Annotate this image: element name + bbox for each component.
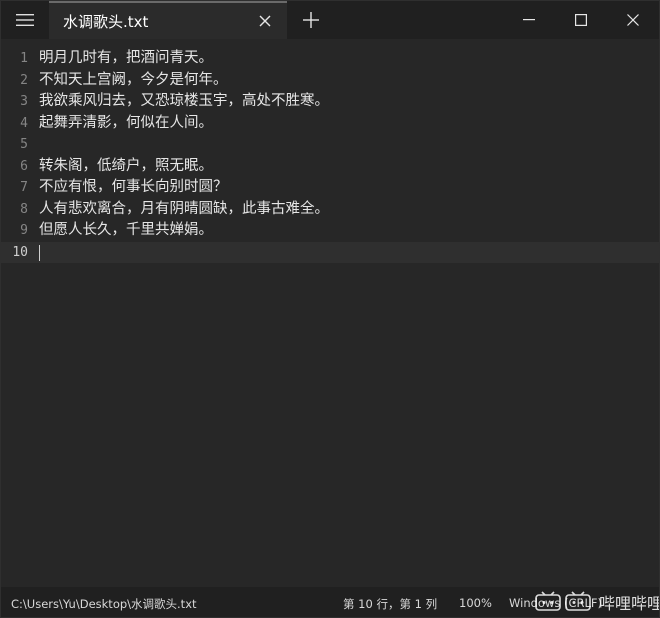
- line-text: 明月几时有，把酒问青天。: [39, 50, 213, 66]
- line-number: 6: [20, 158, 28, 174]
- zoom-level[interactable]: 100%: [459, 596, 492, 610]
- line-number: 4: [20, 115, 28, 131]
- menu-icon[interactable]: [1, 1, 49, 39]
- line-text: 我欲乘风归去，又恐琼楼玉宇，高处不胜寒。: [39, 93, 329, 109]
- editor-line-current[interactable]: 10: [1, 241, 659, 264]
- title-bar: 水调歌头.txt: [1, 1, 659, 39]
- editor-line[interactable]: 2 不知天上宫阙，今夕是何年。: [1, 70, 659, 92]
- line-number: 7: [20, 180, 28, 195]
- editor-line[interactable]: 9 但愿人长久，千里共婵娟。: [1, 220, 659, 242]
- editor-line[interactable]: 8 人有悲欢离合，月有阴晴圆缺，此事古难全。: [1, 199, 659, 221]
- tab-document[interactable]: 水调歌头.txt: [49, 1, 287, 39]
- title-drag-area[interactable]: [335, 1, 503, 39]
- plus-icon[interactable]: [287, 1, 335, 39]
- editor-line[interactable]: 4 起舞弄清影，何似在人间。: [1, 113, 659, 135]
- line-text: 不知天上宫阙，今夕是何年。: [39, 71, 228, 88]
- line-text: 起舞弄清影，何似在人间。: [39, 114, 213, 131]
- bilibili-logo-icon: [535, 591, 591, 611]
- line-text: [28, 242, 39, 264]
- line-number: 5: [20, 137, 28, 152]
- close-window-icon[interactable]: [607, 1, 659, 39]
- close-tab-icon[interactable]: [251, 7, 279, 35]
- line-text: 不应有恨，何事长向别时圆？: [39, 179, 228, 195]
- cursor-position[interactable]: 第 10 行，第 1 列: [343, 596, 437, 612]
- line-number: 1: [20, 51, 28, 66]
- line-text: [28, 134, 39, 156]
- bilibili-watermark: 哔哩哔哩: [535, 589, 660, 615]
- editor-line[interactable]: 7 不应有恨，何事长向别时圆？: [1, 177, 659, 199]
- minimize-icon[interactable]: [503, 1, 555, 39]
- status-bar: C:\Users\Yu\Desktop\水调歌头.txt 第 10 行，第 1 …: [1, 587, 659, 617]
- notepad-window: 水调歌头.txt 1 明月几时有，把酒问青天。 2 不知天上宫阙，今夕是何年。 …: [0, 0, 660, 618]
- editor-line[interactable]: 5: [1, 134, 659, 156]
- editor-lines: 1 明月几时有，把酒问青天。 2 不知天上宫阙，今夕是何年。 3 我欲乘风归去，…: [1, 39, 659, 263]
- text-caret: [39, 244, 40, 261]
- line-text: 人有悲欢离合，月有阴晴圆缺，此事古难全。: [39, 200, 329, 217]
- editor-line[interactable]: 1 明月几时有，把酒问青天。: [1, 48, 659, 70]
- watermark-text: 哔哩哔哩: [599, 594, 660, 613]
- line-number: 9: [20, 223, 28, 238]
- line-number: 2: [20, 72, 28, 88]
- file-path: C:\Users\Yu\Desktop\水调歌头.txt: [11, 597, 197, 611]
- line-number: 3: [20, 94, 28, 109]
- text-editor[interactable]: 1 明月几时有，把酒问青天。 2 不知天上宫阙，今夕是何年。 3 我欲乘风归去，…: [1, 39, 659, 587]
- line-text: 但愿人长久，千里共婵娟。: [39, 222, 213, 238]
- line-number: 10: [12, 244, 28, 260]
- line-text: 转朱阁，低绮户，照无眠。: [39, 157, 213, 174]
- editor-line[interactable]: 3 我欲乘风归去，又恐琼楼玉宇，高处不胜寒。: [1, 91, 659, 113]
- editor-line[interactable]: 6 转朱阁，低绮户，照无眠。: [1, 156, 659, 178]
- maximize-icon[interactable]: [555, 1, 607, 39]
- line-number: 8: [20, 201, 28, 217]
- tab-title: 水调歌头.txt: [63, 12, 149, 31]
